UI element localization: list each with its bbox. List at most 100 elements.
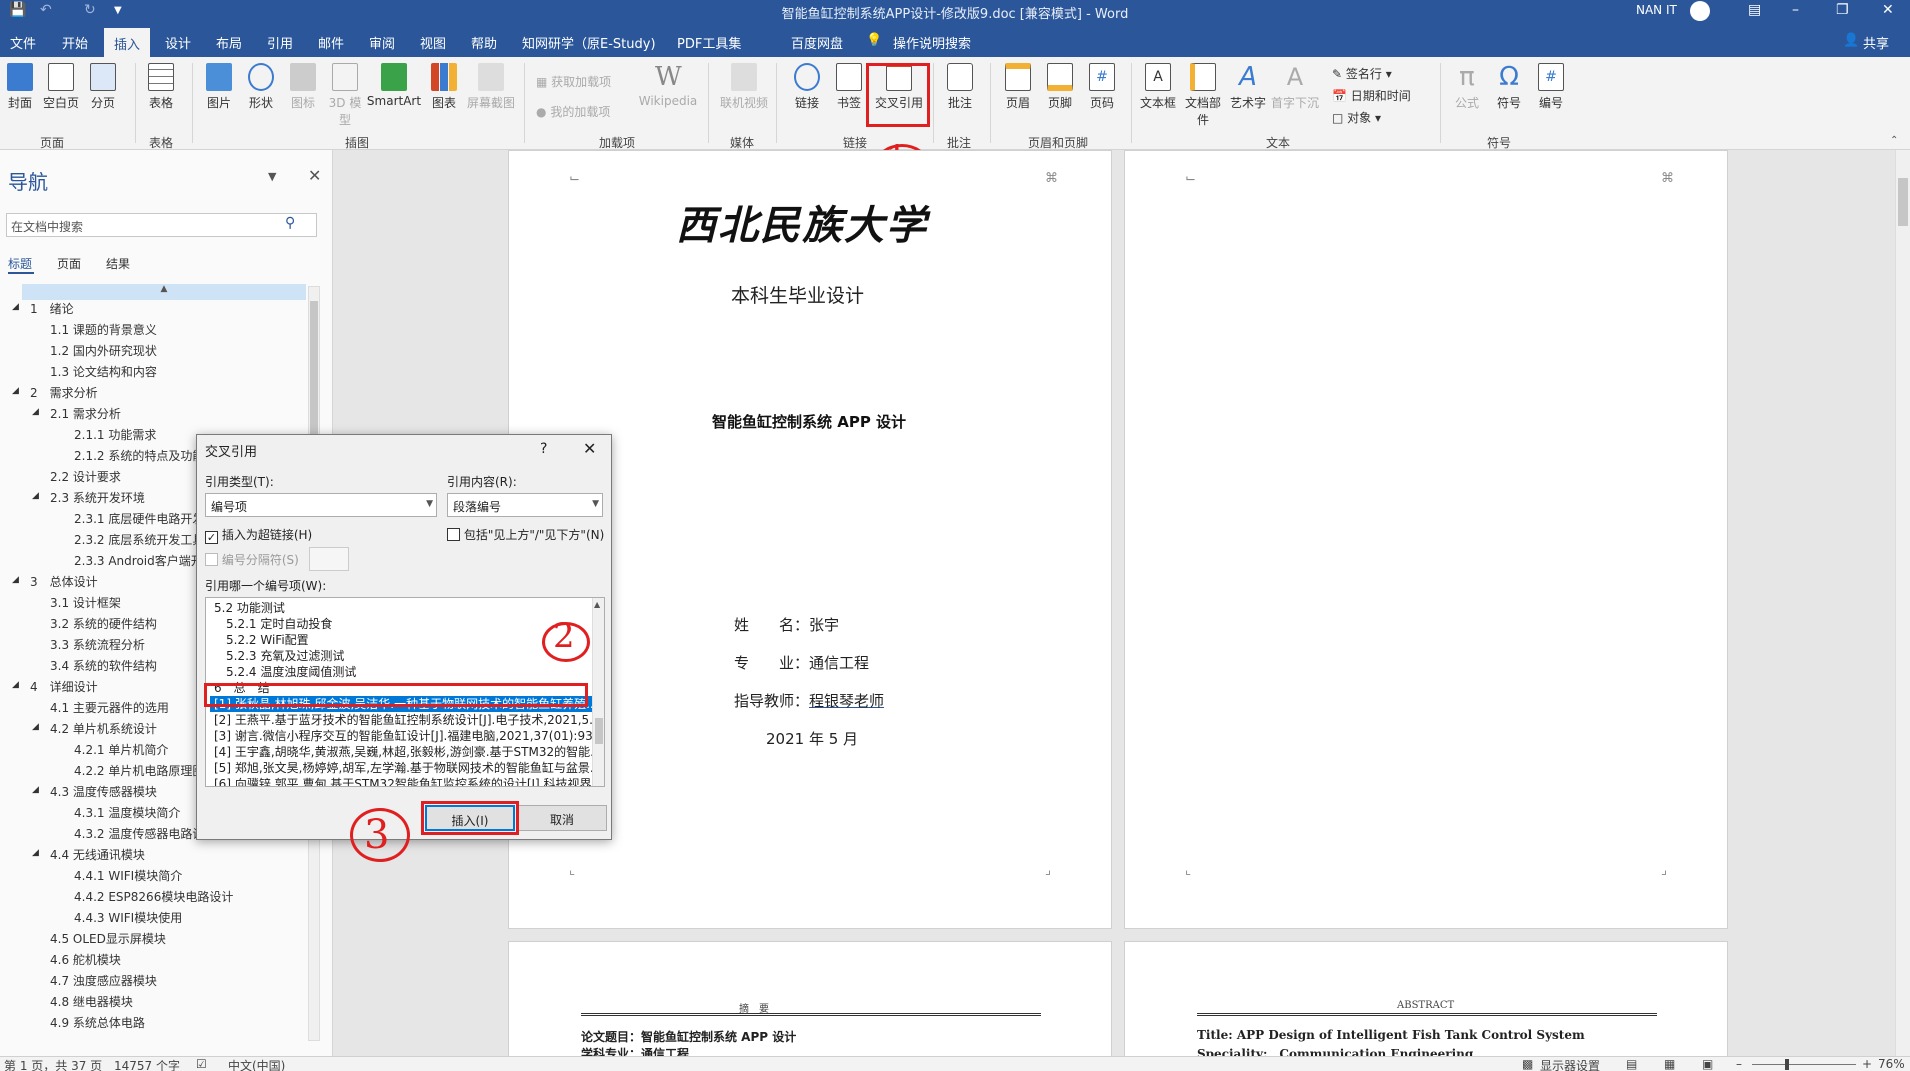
tab-cnki[interactable]: 知网研学（原E-Study) [522, 33, 656, 52]
print-layout-icon[interactable]: ▦ [1664, 1057, 1675, 1071]
equation-button[interactable]: π 公式 [1447, 63, 1487, 111]
tab-file[interactable]: 文件 [10, 33, 36, 52]
list-item[interactable]: [3] 谢言.微信小程序交互的智能鱼缸设计[J].福建电脑,2021,37(01… [210, 728, 592, 744]
nav-options-icon[interactable]: ▼ [268, 170, 276, 183]
nav-search-input[interactable]: 在文档中搜索 ⚲ [6, 213, 317, 237]
restore-icon[interactable]: ❐ [1836, 2, 1849, 18]
cancel-button[interactable]: 取消 [517, 805, 607, 831]
my-addins-button[interactable]: ● 我的加载项 [536, 103, 610, 120]
nav-heading-item[interactable]: 4.3.1 温度模块简介 [74, 804, 180, 821]
zoom-level[interactable]: 76% [1878, 1057, 1905, 1071]
scroll-up-icon[interactable]: ▲ [594, 600, 600, 609]
separator-input[interactable] [309, 547, 349, 571]
tab-baidu[interactable]: 百度网盘 [791, 33, 843, 52]
list-item[interactable]: [5] 郑旭,张文昊,杨婷婷,胡军,左学瀚.基于物联网技术的智能鱼缸与盆景... [210, 760, 592, 776]
symbol-button[interactable]: Ω 符号 [1489, 63, 1529, 111]
nav-heading-item[interactable]: 3.2 系统的硬件结构 [50, 615, 157, 632]
list-scroll-thumb[interactable] [595, 718, 603, 744]
drop-cap-button[interactable]: A 首字下沉 [1270, 63, 1320, 111]
nav-heading-item[interactable]: 4.3.2 温度传感器电路设 [74, 825, 204, 842]
nav-heading-item[interactable]: 4.4.2 ESP8266模块电路设计 [74, 888, 233, 905]
tell-me-search[interactable]: 操作说明搜索 [893, 33, 971, 52]
wikipedia-button[interactable]: W Wikipedia [638, 63, 698, 108]
expand-triangle-icon[interactable]: ◢ [12, 575, 19, 585]
list-scrollbar[interactable]: ▲ [592, 598, 604, 786]
expand-triangle-icon[interactable]: ◢ [32, 785, 39, 795]
page-4[interactable]: ABSTRACT Title: APP Design of Intelligen… [1124, 941, 1728, 1061]
nav-heading-item[interactable]: 4.4.3 WIFI模块使用 [74, 909, 182, 926]
nav-heading-item[interactable]: 4.2.2 单片机电路原理图 [74, 762, 204, 779]
table-button[interactable]: 表格 [141, 63, 181, 111]
nav-heading-item[interactable]: 4.9 系统总体电路 [50, 1014, 145, 1031]
tab-pdf[interactable]: PDF工具集 [677, 33, 741, 52]
quick-parts-button[interactable]: 文档部件 [1180, 63, 1226, 128]
page-2[interactable]: ⌙ ⌘ ⌞ ⌟ [1124, 150, 1728, 929]
tab-help[interactable]: 帮助 [471, 33, 497, 52]
above-below-checkbox[interactable]: 包括"见上方"/"见下方"(N) [447, 526, 604, 543]
proofing-icon[interactable]: ☑ [196, 1057, 207, 1071]
nav-heading-item[interactable]: 3.4 系统的软件结构 [50, 657, 157, 674]
list-item[interactable]: [4] 王宇鑫,胡晓华,黄淑燕,吴巍,林超,张毅彬,游剑豪.基于STM32的智能… [210, 744, 592, 760]
ribbon-display-icon[interactable]: ▤ [1748, 2, 1761, 18]
nav-heading-item[interactable]: 2.1.1 功能需求 [74, 426, 156, 443]
collapse-ribbon-icon[interactable]: ⌃ [1890, 135, 1898, 146]
document-scrollbar[interactable] [1895, 150, 1910, 1057]
nav-heading-item[interactable]: 4.7 浊度感应器模块 [50, 972, 157, 989]
zoom-in-icon[interactable]: + [1862, 1057, 1872, 1071]
object-button[interactable]: □ 对象 ▾ [1332, 109, 1381, 126]
nav-heading-item[interactable]: 3.1 设计框架 [50, 594, 121, 611]
nav-close-icon[interactable]: ✕ [308, 166, 321, 185]
share-button[interactable]: 共享 [1863, 33, 1889, 52]
nav-collapse-bar[interactable]: ▲ [22, 284, 306, 300]
nav-heading-item[interactable]: 2.3.2 底层系统开发工具 [74, 531, 204, 548]
list-item[interactable]: 5.2 功能测试 [210, 600, 592, 616]
dialog-help-button[interactable]: ? [540, 441, 547, 457]
page-number-button[interactable]: # 页码 [1082, 63, 1122, 111]
cover-page-button[interactable]: 封面 [0, 63, 40, 111]
hyperlink-checkbox[interactable]: ✓ 插入为超链接(H) [205, 526, 312, 544]
nav-heading-item[interactable]: 4.2 单片机系统设计 [50, 720, 157, 737]
expand-triangle-icon[interactable]: ◢ [32, 491, 39, 501]
ref-content-select[interactable]: 段落编号 ▼ [447, 493, 603, 517]
nav-heading-item[interactable]: 2.3 系统开发环境 [50, 489, 145, 506]
search-icon[interactable]: ⚲ [285, 215, 295, 231]
number-button[interactable]: # 编号 [1531, 63, 1571, 111]
minimize-icon[interactable]: – [1792, 2, 1799, 18]
nav-heading-item[interactable]: 4.2.1 单片机简介 [74, 741, 168, 758]
nav-heading-item[interactable]: 4.6 舵机模块 [50, 951, 121, 968]
3d-model-button[interactable]: 3D 模型 [325, 63, 365, 128]
get-addins-button[interactable]: ▦ 获取加载项 [536, 73, 611, 90]
web-layout-icon[interactable]: ▣ [1702, 1057, 1713, 1071]
nav-heading-item[interactable]: 4.5 OLED显示屏模块 [50, 930, 166, 947]
list-item[interactable]: 5.2.4 温度浊度阈值测试 [210, 664, 592, 680]
tab-review[interactable]: 审阅 [369, 33, 395, 52]
ref-type-select[interactable]: 编号项 ▼ [205, 493, 437, 517]
bookmark-button[interactable]: 书签 [829, 63, 869, 111]
nav-heading-item[interactable]: 2.1 需求分析 [50, 405, 121, 422]
chart-button[interactable]: 图表 [424, 63, 464, 111]
nav-heading-item[interactable]: 2.1.2 系统的特点及功能 [74, 447, 204, 464]
list-item[interactable]: 5.2.2 WiFi配置 [210, 632, 592, 648]
expand-triangle-icon[interactable]: ◢ [12, 680, 19, 690]
nav-heading-item[interactable]: 4.4 无线通讯模块 [50, 846, 145, 863]
shape-button[interactable]: 形状 [241, 63, 281, 111]
nav-heading-item[interactable]: 2.3.1 底层硬件电路开发 [74, 510, 204, 527]
footer-button[interactable]: 页脚 [1040, 63, 1080, 111]
textbox-button[interactable]: A 文本框 [1138, 63, 1178, 111]
nav-tab-pages[interactable]: 页面 [57, 255, 81, 272]
separator-checkbox[interactable]: 编号分隔符(S) [205, 551, 299, 568]
nav-heading-item[interactable]: 2 需求分析 [30, 384, 98, 401]
display-settings-button[interactable]: 显示器设置 [1540, 1057, 1600, 1071]
expand-triangle-icon[interactable]: ◢ [12, 302, 19, 312]
nav-tab-headings[interactable]: 标题 [8, 255, 32, 272]
nav-heading-item[interactable]: 3 总体设计 [30, 573, 98, 590]
list-item[interactable]: [2] 王燕平.基于蓝牙技术的智能鱼缸控制系统设计[J].电子技术,2021,5… [210, 712, 592, 728]
nav-heading-item[interactable]: 4.8 继电器模块 [50, 993, 133, 1010]
list-item[interactable]: 5.2.1 定时自动投食 [210, 616, 592, 632]
online-video-button[interactable]: 联机视频 [720, 63, 768, 111]
expand-triangle-icon[interactable]: ◢ [32, 722, 39, 732]
list-item[interactable]: 5.2.3 充氧及过滤测试 [210, 648, 592, 664]
picture-button[interactable]: 图片 [199, 63, 239, 111]
nav-heading-item[interactable]: 4.1 主要元器件的选用 [50, 699, 169, 716]
date-time-button[interactable]: 📅 日期和时间 [1332, 87, 1411, 104]
